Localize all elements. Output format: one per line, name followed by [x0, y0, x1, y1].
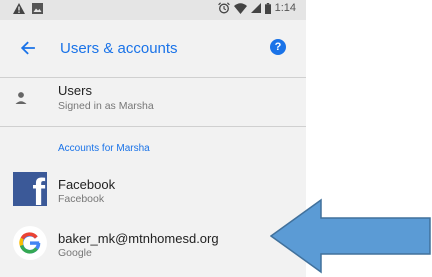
account-name: Facebook	[58, 177, 116, 192]
app-bar: Users & accounts ?	[0, 20, 306, 76]
account-type: Google	[58, 247, 92, 259]
facebook-icon: f	[13, 172, 47, 206]
warning-icon	[13, 3, 25, 14]
wifi-icon	[233, 2, 247, 14]
back-arrow-icon[interactable]	[18, 38, 38, 58]
cell-signal-icon	[250, 3, 261, 13]
help-icon[interactable]: ?	[270, 39, 286, 55]
alarm-icon	[217, 2, 230, 14]
android-settings-screen: 1:14 Users & accounts ? Users Signed in …	[0, 0, 306, 277]
status-bar: 1:14	[0, 0, 306, 20]
callout-arrow	[270, 198, 431, 274]
account-row-google[interactable]: baker_mk@mtnhomesd.org Google	[0, 221, 306, 265]
image-notification-icon	[32, 3, 43, 14]
status-time: 1:14	[274, 2, 296, 14]
account-name: baker_mk@mtnhomesd.org	[58, 231, 219, 246]
battery-icon	[264, 2, 271, 14]
accounts-section-header: Accounts for Marsha	[58, 143, 150, 154]
users-row[interactable]: Users Signed in as Marsha	[0, 78, 306, 122]
account-row-facebook[interactable]: f Facebook Facebook	[0, 167, 306, 211]
account-type: Facebook	[58, 193, 105, 205]
users-subtitle: Signed in as Marsha	[58, 100, 154, 112]
google-icon	[13, 226, 47, 260]
person-icon	[15, 92, 27, 104]
users-title: Users	[58, 83, 92, 98]
page-title: Users & accounts	[60, 40, 178, 57]
section-divider	[0, 126, 306, 127]
